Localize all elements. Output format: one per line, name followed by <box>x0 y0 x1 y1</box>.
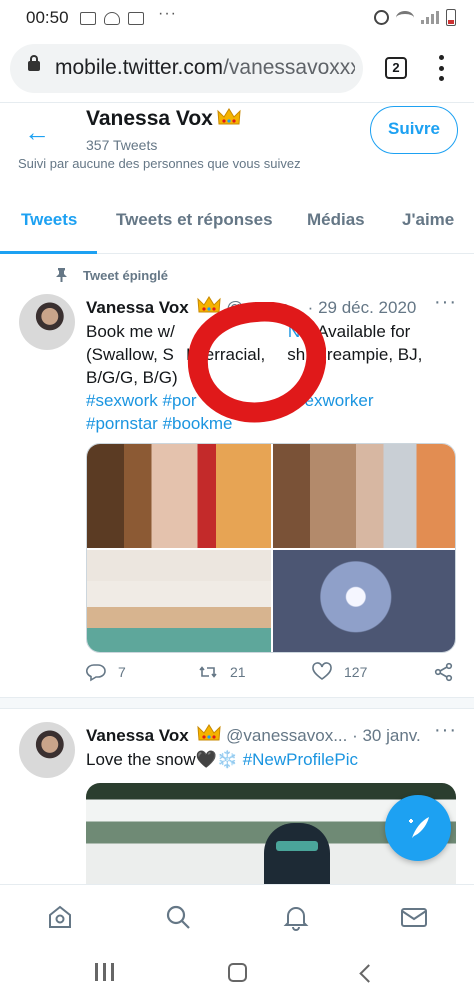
address-bar[interactable]: mobile.twitter.com/vanessavoxxx <box>10 44 363 93</box>
followers-you-know-note: Suivi par aucune des personnes que vous … <box>18 156 301 171</box>
media-photo[interactable] <box>87 444 271 548</box>
battery-icon <box>446 9 456 26</box>
home-icon <box>49 905 71 928</box>
hashtag-link[interactable]: #pornstar <box>86 414 158 433</box>
search-icon <box>166 905 190 929</box>
tweet-author-name[interactable]: Vanessa Vox <box>86 298 189 317</box>
reply-icon <box>86 664 106 682</box>
gallery-notification-icon <box>80 11 96 25</box>
retweet-icon <box>199 666 217 678</box>
tab-tweets-and-replies[interactable]: Tweets et réponses <box>116 210 273 230</box>
tweet-separator <box>0 697 474 709</box>
tweet-actions: 7 21 127 <box>86 662 456 690</box>
tweet-more-icon[interactable]: ··· <box>434 291 457 314</box>
calendar-notification-icon <box>128 11 144 25</box>
url-text[interactable]: mobile.twitter.com/vanessavoxxx <box>55 56 355 80</box>
hashtag-link[interactable]: #por <box>163 391 197 410</box>
home-button[interactable] <box>228 963 247 982</box>
photo-subject <box>264 823 330 893</box>
more-notifications-icon: ··· <box>158 5 177 22</box>
messages-icon <box>401 908 427 927</box>
home-tab[interactable] <box>46 903 74 931</box>
back-button[interactable] <box>359 964 378 983</box>
browser-menu-icon[interactable] <box>436 55 446 81</box>
tweet-media-grid[interactable] <box>86 443 456 653</box>
search-tab[interactable] <box>164 903 192 931</box>
hashtag-link[interactable]: #NewProfilePic <box>243 750 358 769</box>
avatar[interactable] <box>19 294 75 350</box>
status-system-icons <box>374 9 456 26</box>
hashtag-link[interactable]: #sexworker <box>287 391 374 410</box>
tweet-more-icon[interactable]: ··· <box>434 719 457 742</box>
tweet-text-line: (Swallow, S Interracial, sh, Creampie, BJ, <box>86 345 423 364</box>
wifi-icon <box>396 10 414 25</box>
active-tab-indicator <box>0 251 97 254</box>
profile-tabs: Tweets Tweets et réponses Médias J'aime <box>0 188 474 254</box>
media-photo[interactable] <box>273 550 455 652</box>
tweet-text: Love the snow🖤❄️ #NewProfilePic <box>86 750 358 769</box>
tab-media[interactable]: Médias <box>307 210 365 230</box>
recent-apps-button[interactable] <box>95 963 114 981</box>
status-time: 00:50 <box>26 8 69 27</box>
notifications-tab[interactable] <box>282 903 310 931</box>
hashtag-link[interactable]: #bookme <box>163 414 233 433</box>
profile-tweet-count: 357 Tweets <box>86 137 158 153</box>
url-domain: mobile.twitter.com <box>55 56 224 79</box>
reply-count: 7 <box>118 664 126 680</box>
tweet-text-line: B/G/G, B/G) <box>86 368 178 387</box>
back-arrow-icon[interactable]: ← <box>24 119 50 145</box>
tweet-header: Vanessa Vox @vanessavox... · 30 janv. <box>86 723 421 746</box>
media-photo[interactable] <box>273 444 455 548</box>
tab-switcher-button[interactable]: 2 <box>385 57 407 79</box>
share-button[interactable] <box>434 662 454 682</box>
retweet-count: 21 <box>230 664 246 680</box>
signal-icon <box>421 11 439 24</box>
compose-tweet-button[interactable] <box>385 795 451 861</box>
crown-emoji-icon <box>197 296 222 313</box>
pin-icon <box>56 268 67 282</box>
tweet-text-line: #sexwork #por #sexworker <box>86 389 458 412</box>
crown-emoji-icon <box>217 108 241 125</box>
like-count: 127 <box>344 664 368 680</box>
tweet-author-name[interactable]: Vanessa Vox <box>86 726 189 745</box>
like-icon <box>312 662 332 680</box>
profile-name: Vanessa Vox <box>86 107 241 131</box>
share-icon <box>434 662 453 682</box>
compose-tweet-icon <box>409 817 429 838</box>
avatar[interactable] <box>19 722 75 778</box>
pinned-tweet-label: Tweet épinglé <box>56 266 168 283</box>
like-button[interactable]: 127 <box>312 662 367 682</box>
tab-likes[interactable]: J'aime <box>402 210 454 230</box>
tweet-text: Book me w/NG Available for (Swallow, S In… <box>86 320 458 435</box>
status-bar: 00:50 ··· <box>0 0 474 36</box>
tweet-handle-date: @vanessavox... · 30 janv. <box>226 726 421 745</box>
messages-tab[interactable] <box>400 903 428 931</box>
system-navigation-bar <box>0 947 474 1000</box>
reply-button[interactable]: 7 <box>86 662 126 682</box>
crown-emoji-icon <box>197 724 222 741</box>
incognito-notification-icon <box>104 11 120 25</box>
retweet-button[interactable]: 21 <box>198 662 246 682</box>
tweet-handle-date: @vanes... · 29 déc. 2020 <box>226 298 417 317</box>
alarm-icon <box>374 10 389 25</box>
follow-button[interactable]: Suivre <box>370 106 458 154</box>
lock-icon <box>28 55 40 71</box>
tab-tweets[interactable]: Tweets <box>21 210 77 230</box>
notifications-icon <box>283 907 309 931</box>
url-path: /vanessavoxxx <box>223 56 355 79</box>
tweet-text-line: Book me w/NG Available for <box>86 322 411 341</box>
hashtag-link[interactable]: #sexwork <box>86 391 158 410</box>
tweet-header: Vanessa Vox @vanes... · 29 déc. 2020 <box>86 295 416 318</box>
media-photo[interactable] <box>87 550 271 652</box>
tweet-text-line: #pornstar #bookme <box>86 412 458 435</box>
bottom-navigation <box>0 884 474 947</box>
status-notification-icons: ··· <box>80 5 177 27</box>
